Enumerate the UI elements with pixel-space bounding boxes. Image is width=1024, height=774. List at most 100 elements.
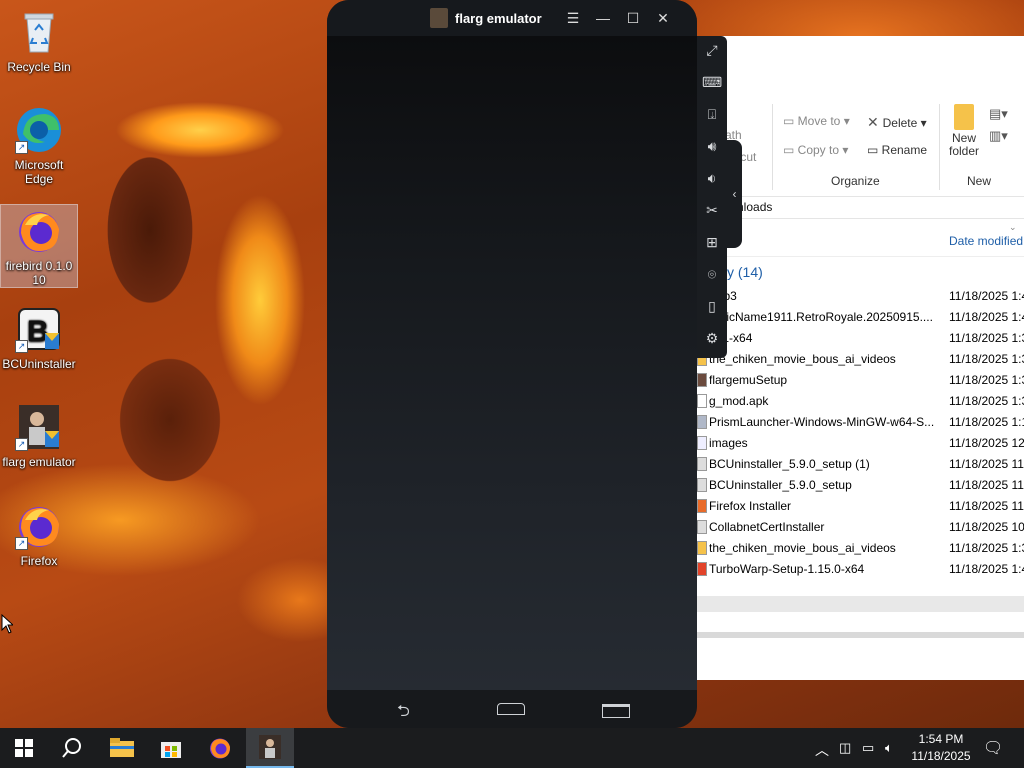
file-row[interactable]: Firefox Installer 11/18/2025 11: <box>697 496 1024 517</box>
network-icon[interactable]: ▭ <box>862 740 874 756</box>
taskbar-clock[interactable]: 1:54 PM 11/18/2025 <box>906 731 976 765</box>
home-icon[interactable] <box>497 703 525 715</box>
install-apk-icon[interactable]: ⍗ <box>702 104 722 124</box>
maximize-icon[interactable]: ☐ <box>623 8 643 28</box>
volume-up-icon[interactable]: 🔊︎ <box>702 136 722 156</box>
new-folder-button[interactable]: New folder <box>947 104 981 158</box>
status-divider <box>697 632 1024 638</box>
flarg-emulator-window: flarg emulator ☰ — ☐ ✕ ⮌ <box>327 0 697 728</box>
move-to-button[interactable]: ▭ Move to ▾ <box>783 114 850 128</box>
screenshot-scissors-icon[interactable]: ✂ <box>702 200 722 220</box>
file-name: PrismLauncher-Windows-MinGW-w64-S... <box>709 415 935 429</box>
file-name: CollabnetCertInstaller <box>709 520 825 534</box>
clock-date: 11/18/2025 <box>911 749 971 763</box>
close-icon[interactable]: ✕ <box>653 8 673 28</box>
file-type-icon <box>697 562 707 576</box>
move-to-label: Move to <box>797 114 841 128</box>
address-bar[interactable]: nloads <box>697 196 1024 219</box>
desktop-icon-firebird[interactable]: firebird 0.1.0 10 <box>0 204 78 288</box>
flarg-emulator-logo-icon <box>430 8 448 28</box>
file-row[interactable]: PrismLauncher-Windows-MinGW-w64-S... 11/1… <box>697 412 1024 433</box>
mouse-cursor-icon <box>1 614 13 634</box>
file-name: BCUninstaller_5.9.0_setup <box>709 478 852 492</box>
file-row[interactable]: CollabnetCertInstaller 11/18/2025 10: <box>697 517 1024 538</box>
start-windows-icon[interactable] <box>0 728 48 768</box>
file-date: 11/18/2025 11: <box>949 457 1024 471</box>
file-name: Firefox Installer <box>709 499 792 513</box>
search-icon[interactable] <box>48 728 96 768</box>
file-type-icon <box>697 394 707 408</box>
shake-icon[interactable]: ▯ <box>702 296 722 316</box>
emulator-title-bar[interactable]: flarg emulator ☰ — ☐ ✕ <box>327 0 697 36</box>
file-row[interactable]: the_chiken_movie_bous_ai_videos 11/18/202… <box>697 349 1024 370</box>
meet-now-icon[interactable]: ◫ <box>839 740 851 756</box>
file-row[interactable]: 501-x64 11/18/2025 1:3 <box>697 328 1024 349</box>
microsoft-store-icon[interactable] <box>147 728 195 768</box>
copy-to-label: Copy to <box>797 143 840 157</box>
taskbar: ︿ ◫ ▭ 🔈︎ 1:54 PM 11/18/2025 🗨︎ <box>0 728 1024 768</box>
file-row[interactable]: flargemuSetup 11/18/2025 1:3 <box>697 370 1024 391</box>
multi-instance-icon[interactable]: ⊞ <box>702 232 722 252</box>
desktop-icon-label: firebird 0.1.0 10 <box>5 259 73 287</box>
file-type-icon <box>697 457 707 471</box>
notifications-icon[interactable]: 🗨︎ <box>983 738 1003 758</box>
shortcut-arrow-icon: ↗ <box>15 141 28 154</box>
volume-down-icon[interactable]: 🔉︎ <box>702 168 722 188</box>
location-icon[interactable]: ⌾ <box>702 264 722 284</box>
minimize-icon[interactable]: — <box>593 8 613 28</box>
column-header-date-modified[interactable]: Date modified <box>949 234 1023 248</box>
delete-button[interactable]: ✕ Delete ▾ <box>867 114 927 131</box>
menu-icon[interactable]: ☰ <box>563 8 583 28</box>
header-divider <box>697 256 1024 257</box>
file-row[interactable]: g_mod.apk 11/18/2025 1:3 <box>697 391 1024 412</box>
file-row[interactable]: BCUninstaller_5.9.0_setup 11/18/2025 11: <box>697 475 1024 496</box>
delete-x-icon: ✕ <box>867 114 883 130</box>
file-row[interactable]: y.sb3 11/18/2025 1:4 <box>697 286 1024 307</box>
ribbon-divider <box>939 104 940 190</box>
desktop-icon-recycle-bin[interactable]: Recycle Bin <box>1 8 77 78</box>
file-date: 11/18/2025 1:4 <box>949 289 1024 303</box>
file-type-icon <box>697 541 707 555</box>
desktop-icon-bcuninstaller[interactable]: B ↗ BCUninstaller <box>1 305 77 375</box>
rename-button[interactable]: ▭ Rename <box>867 143 927 157</box>
desktop-icon-edge[interactable]: ↗ Microsoft Edge <box>1 106 77 188</box>
volume-muted-icon[interactable]: 🔈︎ <box>885 740 893 756</box>
file-row[interactable]: the_chiken_movie_bous_ai_videos 11/18/202… <box>697 538 1024 559</box>
flarg-emulator-taskbar-icon[interactable] <box>246 728 294 768</box>
easy-access-icon[interactable]: ▥▾ <box>989 128 1008 144</box>
collapse-toolbar-chevron-icon[interactable]: ‹ <box>727 140 742 248</box>
shortcut-arrow-icon: ↗ <box>15 438 28 451</box>
fullscreen-icon[interactable]: ⤢ <box>702 40 722 60</box>
copy-to-button[interactable]: ▭ Copy to ▾ <box>783 143 848 157</box>
file-row[interactable]: images 11/18/2025 12: <box>697 433 1024 454</box>
emulator-side-toolbar: ⤢ ⌨ ⍗ 🔊︎ 🔉︎ ✂ ⊞ ⌾ ▯ ⚙ <box>697 36 727 358</box>
file-name: nericName1911.RetroRoyale.20250915.... <box>709 310 933 324</box>
desktop-icon-flarg-emulator[interactable]: ↗ flarg emulator <box>1 403 77 485</box>
file-date: 11/18/2025 1:1 <box>949 415 1024 429</box>
file-row[interactable]: nericName1911.RetroRoyale.20250915.... 11… <box>697 307 1024 328</box>
show-hidden-icons-chevron-icon[interactable]: ︿ <box>815 740 829 760</box>
new-item-icon[interactable]: ▤▾ <box>989 106 1008 122</box>
ribbon-group-organize: Organize <box>831 174 880 188</box>
file-row[interactable]: BCUninstaller_5.9.0_setup (1) 11/18/2025 … <box>697 454 1024 475</box>
new-folder-label: New folder <box>948 131 980 158</box>
file-type-icon <box>697 436 707 450</box>
desktop-icon-firefox[interactable]: ↗ Firefox <box>1 502 77 572</box>
back-icon[interactable]: ⮌ <box>397 700 410 727</box>
file-explorer-taskbar-icon[interactable] <box>98 728 146 768</box>
file-row[interactable]: TurboWarp-Setup-1.15.0-x64 11/18/2025 1:4 <box>697 559 1024 580</box>
settings-gear-icon[interactable]: ⚙ <box>702 328 722 348</box>
emulator-screen[interactable] <box>327 36 697 690</box>
edge-icon: ↗ <box>15 106 63 154</box>
file-group-header[interactable]: y (14) <box>727 264 763 280</box>
file-type-icon <box>697 415 707 429</box>
file-date: 11/18/2025 1:3 <box>949 331 1024 345</box>
keyboard-icon[interactable]: ⌨ <box>702 72 722 92</box>
recent-apps-icon[interactable] <box>602 704 630 718</box>
firefox-taskbar-icon[interactable] <box>196 728 244 768</box>
delete-label: Delete <box>882 116 918 130</box>
column-header-chevron-icon: ⌄ <box>1009 222 1017 232</box>
file-date: 11/18/2025 11: <box>949 499 1024 513</box>
file-name: images <box>709 436 748 450</box>
horizontal-scrollbar[interactable] <box>697 596 1024 612</box>
